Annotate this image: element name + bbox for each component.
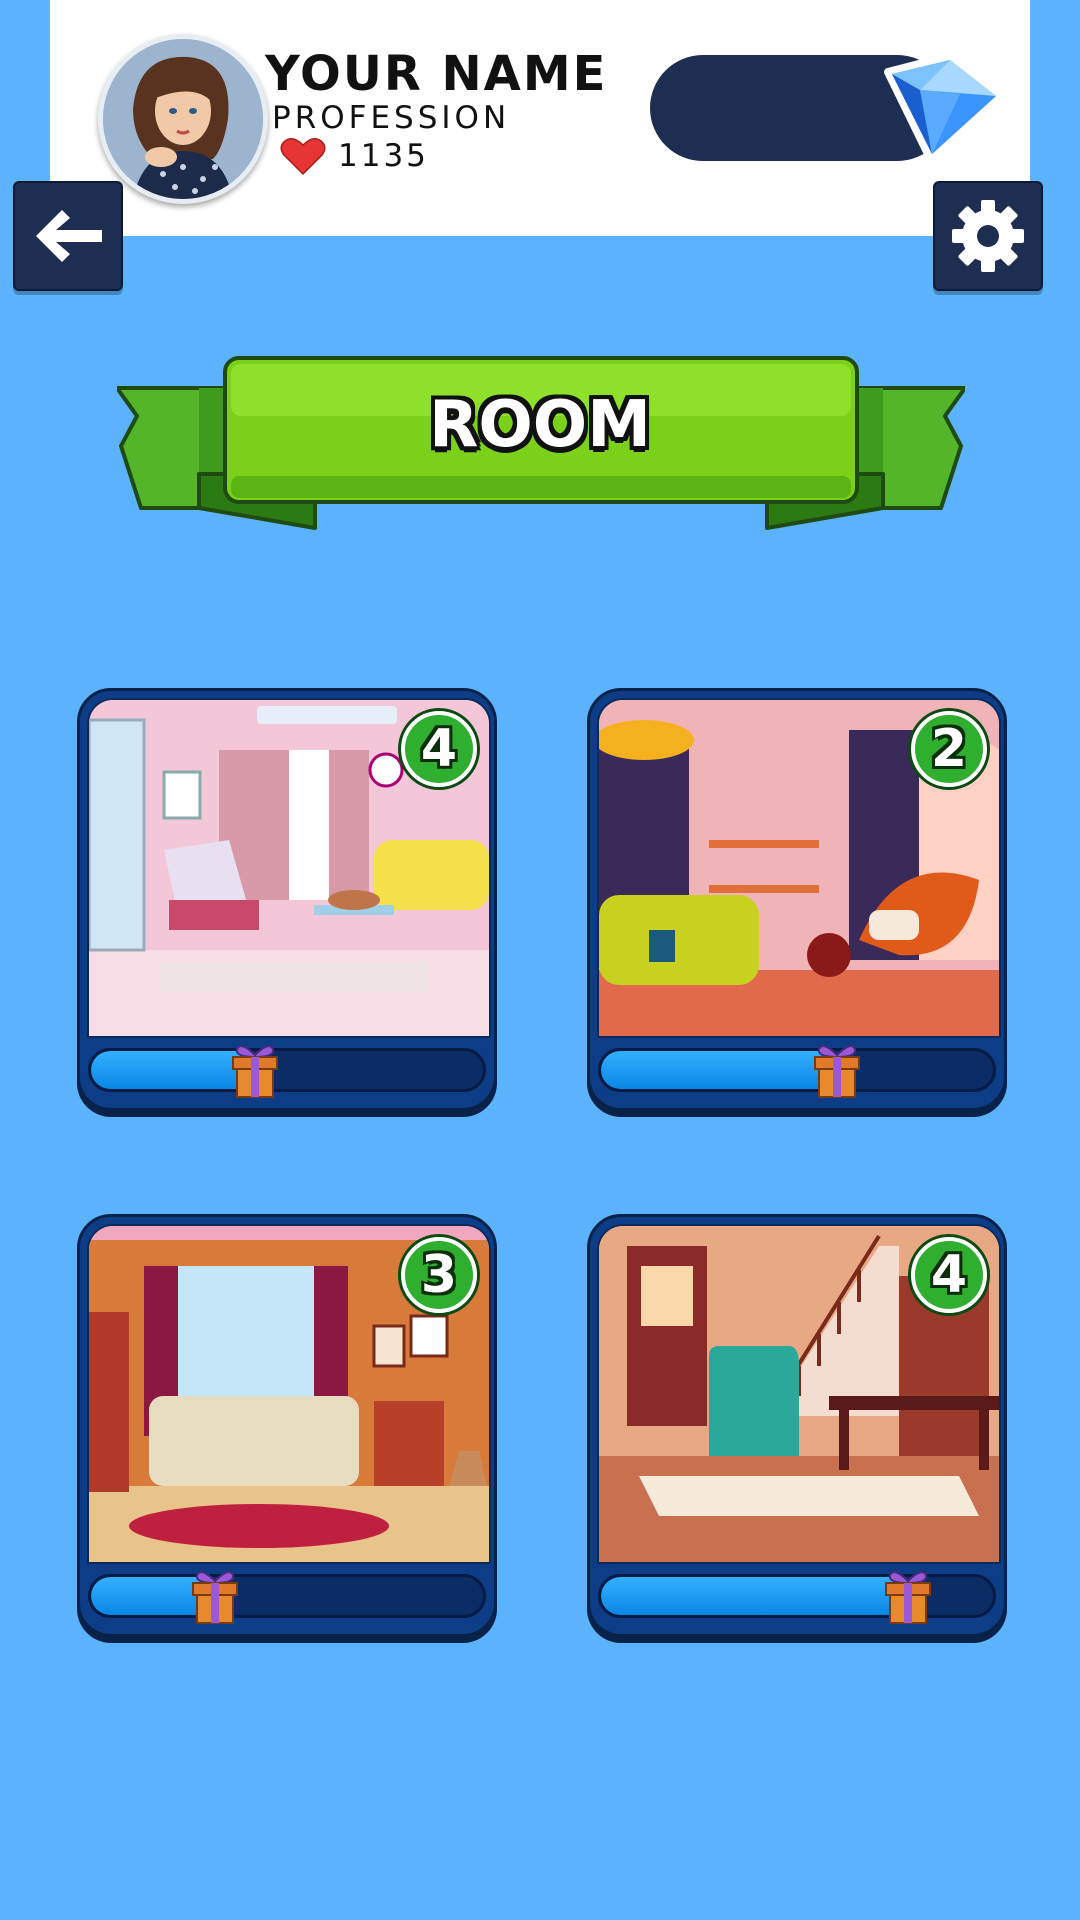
gear-icon [952, 200, 1024, 272]
settings-button[interactable] [933, 181, 1043, 291]
room-progress-bar [88, 1048, 486, 1092]
likes-counter: 1135 [280, 136, 429, 176]
room-image-pink-living-room: 4 [87, 698, 491, 1038]
gift-icon[interactable] [811, 1041, 863, 1099]
room-card[interactable]: 3 [77, 1214, 497, 1637]
room-level-badge: 4 [911, 1237, 987, 1313]
room-progress-fill [601, 1051, 837, 1089]
room-level-badge: 2 [911, 711, 987, 787]
room-image-pink-lounge-orange-chair: 2 [597, 698, 1001, 1038]
room-progress-bar [598, 1048, 996, 1092]
room-card[interactable]: 4 [77, 688, 497, 1111]
player-name: YOUR NAME [265, 46, 608, 102]
likes-count: 1135 [338, 138, 429, 174]
gift-icon[interactable] [189, 1567, 241, 1625]
room-image-orange-living-room: 3 [87, 1224, 491, 1564]
room-card[interactable]: 4 [587, 1214, 1007, 1637]
gift-icon[interactable] [882, 1567, 934, 1625]
player-avatar[interactable] [98, 34, 268, 204]
arrow-left-icon [36, 210, 102, 262]
room-image-staircase-hall: 4 [597, 1224, 1001, 1564]
room-card[interactable]: 2 [587, 688, 1007, 1111]
room-progress-fill [601, 1577, 907, 1615]
player-profession: PROFESSION [272, 100, 511, 136]
heart-icon [280, 138, 326, 176]
page-title: ROOM [429, 388, 651, 462]
back-button[interactable] [13, 181, 123, 291]
room-level-badge: 4 [401, 711, 477, 787]
gift-icon[interactable] [229, 1041, 281, 1099]
room-level-badge: 3 [401, 1237, 477, 1313]
room-progress-bar [598, 1574, 996, 1618]
diamond-icon [884, 54, 1004, 162]
room-progress-bar [88, 1574, 486, 1618]
